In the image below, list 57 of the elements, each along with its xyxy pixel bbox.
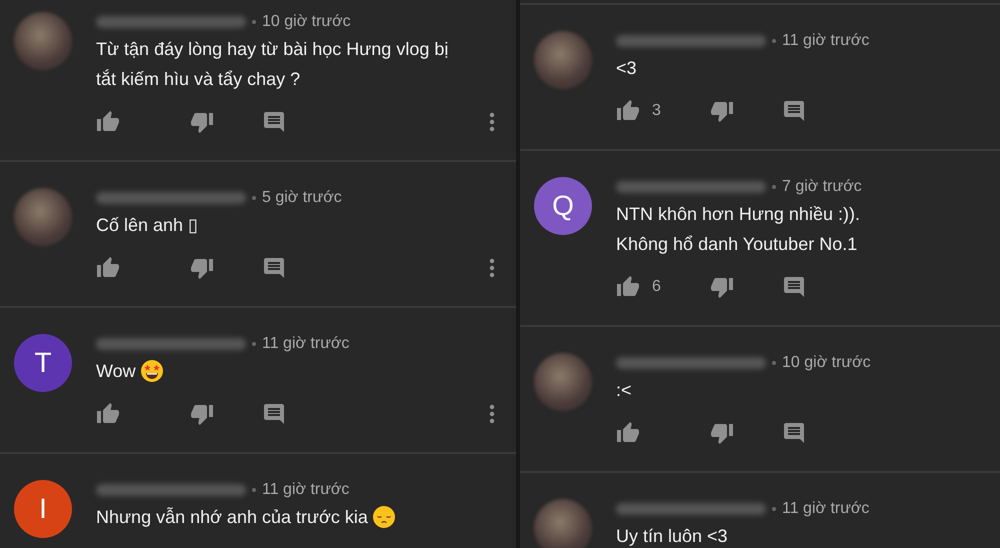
thumbs-up-icon[interactable] [96,402,120,426]
star-eyes-emoji-icon [140,359,164,383]
thumbs-up-icon[interactable] [616,421,640,445]
letter-avatar[interactable]: T [14,334,72,392]
thumbs-up-icon[interactable] [96,110,120,134]
comment-time: 11 giờ trước [782,32,870,50]
like-count: 6 [652,278,661,296]
sad-face-emoji-icon [372,505,396,529]
avatar-placeholder[interactable] [14,188,72,246]
like-count: 3 [652,102,661,120]
reply-comment-icon[interactable] [782,99,806,123]
letter-avatar[interactable]: Q [534,177,592,235]
thumbs-down-icon[interactable] [710,99,734,123]
avatar-placeholder[interactable] [534,31,592,89]
comment-text: Từ tận đáy lòng hay từ bài học Hưng vlog bị tắt kiếm hìu và tẩy chay ? [96,38,450,91]
comment-time: 11 giờ trước [262,481,350,499]
reply-comment-icon[interactable] [262,256,286,280]
comment-time: 11 giờ trước [782,500,870,518]
comment-time: 10 giờ trước [782,354,871,372]
separator-dot [772,507,776,511]
comment-text: Nhưng vẫn nhớ anh của trước kia [96,506,368,529]
more-menu-icon[interactable] [488,110,496,134]
reply-comment-icon[interactable] [262,110,286,134]
separator-dot [252,196,256,200]
comment-time: 11 giờ trước [262,335,350,353]
thumbs-down-icon[interactable] [190,256,214,280]
reply-comment-icon[interactable] [782,275,806,299]
more-menu-icon[interactable] [488,256,496,280]
comment-text: Wow [96,360,136,383]
separator-dot [772,361,776,365]
comment-time: 10 giờ trước [262,13,351,31]
avatar-placeholder[interactable] [534,353,592,411]
reply-comment-icon[interactable] [782,421,806,445]
separator-dot [772,185,776,189]
comment-text: <3 [616,57,637,80]
separator-dot [252,488,256,492]
thumbs-up-icon[interactable] [616,275,640,299]
separator-dot [252,342,256,346]
separator-dot [772,39,776,43]
comment-text: Cố lên anh ▯ [96,214,198,237]
comment-text: NTN khôn hơn Hưng nhiều :)). Không hổ danh Youtuber No.1 [616,203,861,256]
thumbs-up-icon[interactable] [616,99,640,123]
letter-avatar[interactable]: I [14,480,72,538]
thumbs-up-icon[interactable] [96,256,120,280]
avatar-placeholder[interactable] [534,499,592,548]
thumbs-down-icon[interactable] [190,402,214,426]
thumbs-down-icon[interactable] [710,421,734,445]
thumbs-down-icon[interactable] [190,110,214,134]
comment-time: 5 giờ trước [262,189,342,207]
reply-comment-icon[interactable] [262,402,286,426]
comment-time: 7 giờ trước [782,178,862,196]
comment-text: :< [616,379,632,402]
separator-dot [252,20,256,24]
thumbs-down-icon[interactable] [710,275,734,299]
more-menu-icon[interactable] [488,402,496,426]
comment-text: Uy tín luôn <3 [616,525,728,548]
avatar-placeholder[interactable] [14,12,72,70]
